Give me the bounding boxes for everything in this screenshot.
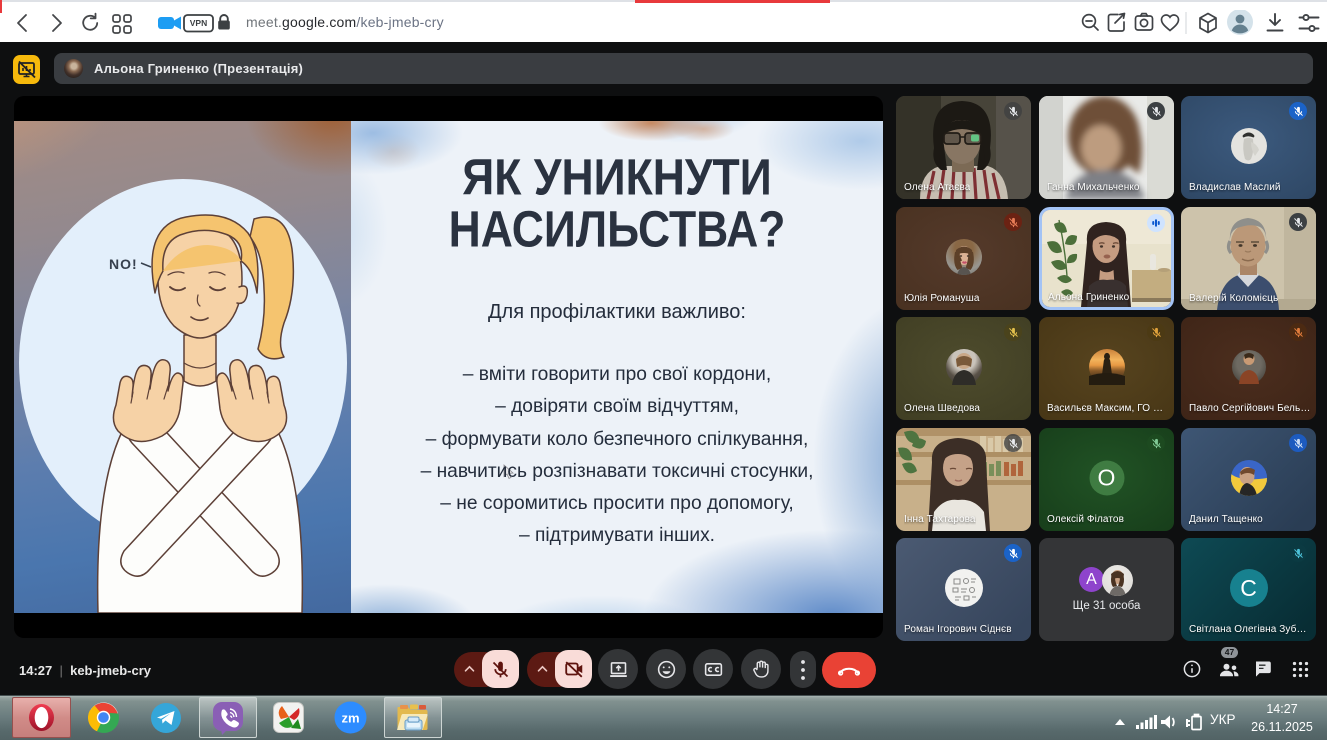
svg-text:zm: zm — [341, 711, 359, 726]
svg-text:VPN: VPN — [190, 18, 207, 28]
svg-text:NO!: NO! — [109, 256, 138, 272]
